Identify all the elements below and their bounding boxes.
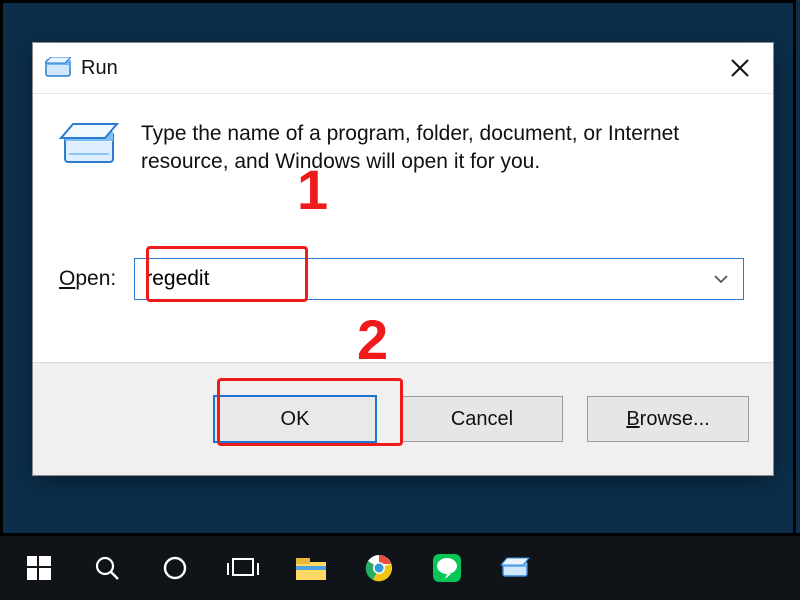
run-large-icon [59,120,119,170]
button-bar: OK Cancel Browse... [33,362,773,475]
open-input[interactable] [135,267,713,291]
cortana-icon[interactable] [142,540,208,596]
taskview-icon[interactable] [210,540,276,596]
window-title: Run [81,57,118,80]
browse-button[interactable]: Browse... [587,396,749,442]
titlebar: Run [33,43,773,94]
line-icon[interactable] [414,540,480,596]
run-description: Type the name of a program, folder, docu… [141,120,747,177]
file-explorer-icon[interactable] [278,540,344,596]
run-taskbar-icon[interactable] [482,540,548,596]
open-combobox[interactable] [134,258,744,300]
taskbar [0,533,800,600]
search-icon[interactable] [74,540,140,596]
run-icon [45,57,71,79]
chrome-icon[interactable] [346,540,412,596]
start-icon[interactable] [6,540,72,596]
cancel-button[interactable]: Cancel [401,396,563,442]
ok-button[interactable]: OK [213,395,377,443]
chevron-down-icon[interactable] [713,271,743,287]
open-label: Open: [59,267,116,291]
close-button[interactable] [721,53,759,83]
run-dialog: Run Type the name of a program, folder, [32,42,774,476]
